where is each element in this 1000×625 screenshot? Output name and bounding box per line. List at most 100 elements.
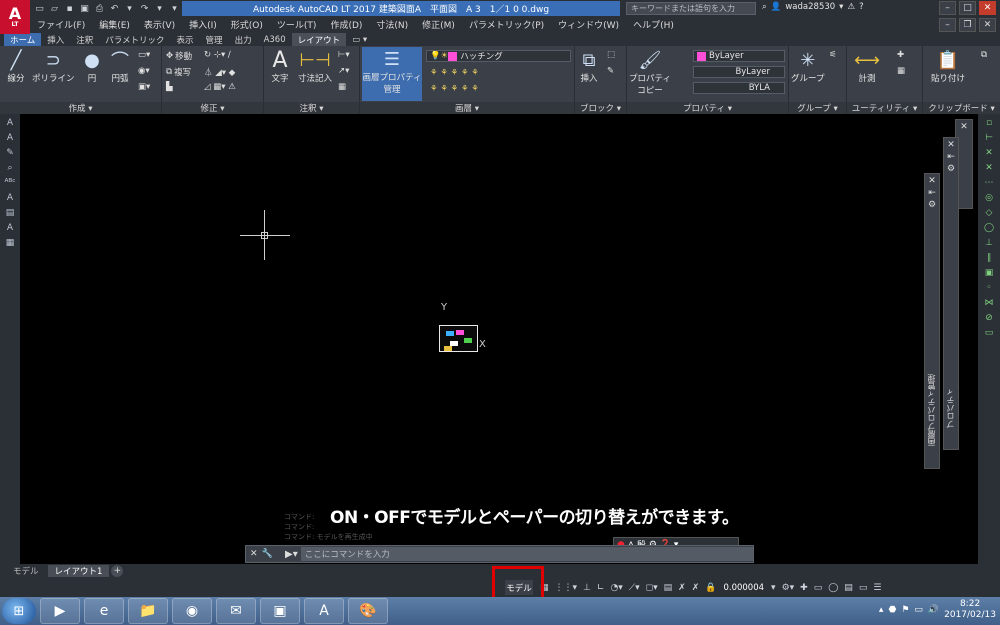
tab-parametric[interactable]: パラメトリック <box>99 33 170 46</box>
table-icon[interactable]: ▦ <box>338 82 346 92</box>
lineweight-dropdown[interactable]: BYLA <box>693 82 785 94</box>
circle-button[interactable]: ● 円 <box>80 48 104 85</box>
arc-button[interactable]: ⌒ 円弧 <box>108 48 132 84</box>
text-button[interactable]: A 文字 <box>268 48 292 85</box>
paint-icon[interactable]: 🎨 <box>348 598 388 624</box>
viewport-scale-value[interactable]: 0.000004 <box>723 583 764 593</box>
osnap-icon[interactable]: ◻▾ <box>646 583 658 593</box>
osnap-midpoint-icon[interactable]: ⊢ <box>981 131 997 144</box>
clock[interactable]: 8:22 2017/02/13 <box>944 599 996 621</box>
leader-icon[interactable]: ⊢▾ <box>338 50 350 60</box>
menu-tools[interactable]: ツール(T) <box>270 18 324 31</box>
add-icon[interactable]: ✚ <box>800 583 808 593</box>
menu-format[interactable]: 形式(O) <box>224 18 270 31</box>
ungroup-icon[interactable]: ⚟ <box>829 50 837 60</box>
palette-close-icon[interactable]: ✕ <box>925 176 939 186</box>
units-icon[interactable]: ▭ <box>814 583 823 593</box>
drawing-canvas[interactable] <box>20 114 978 564</box>
volume-icon[interactable]: 🔊 <box>928 605 939 615</box>
chrome-icon[interactable]: ◉ <box>172 598 212 624</box>
layer-dropdown[interactable]: 💡 ☀ ハッチング <box>426 50 571 62</box>
infer-constraints-icon[interactable]: ⊥ <box>583 583 591 593</box>
internet-explorer-icon[interactable]: e <box>84 598 124 624</box>
region-icon[interactable]: ▣▾ <box>138 82 150 92</box>
menu-window[interactable]: ウィンドウ(W) <box>551 18 626 31</box>
tab-manage[interactable]: 管理 <box>200 33 229 46</box>
palette-autohide-icon[interactable]: ⇤ <box>925 188 939 198</box>
measure-button[interactable]: ⟷ 計測 <box>854 48 880 85</box>
palette-close-icon[interactable]: ✕ <box>944 140 958 150</box>
modify-panel-title[interactable]: 修正 ▾ <box>162 102 263 114</box>
menu-draw[interactable]: 作成(D) <box>323 18 369 31</box>
menu-help[interactable]: ヘルプ(H) <box>626 18 681 31</box>
tab-home[interactable]: ホーム <box>4 33 42 46</box>
menu-modify[interactable]: 修正(M) <box>415 18 462 31</box>
line-button[interactable]: ╱ 線分 <box>4 48 28 85</box>
id-point-icon[interactable]: ▦ <box>897 66 905 76</box>
start-button[interactable]: ⊞ <box>2 598 36 624</box>
redo-dropdown-icon[interactable]: ▾ <box>153 2 166 15</box>
groups-panel-title[interactable]: グループ ▾ <box>789 102 846 114</box>
doc-minimize-icon[interactable]: – <box>939 18 956 32</box>
maximize-icon[interactable]: □ <box>959 1 976 15</box>
osnap-endpoint-icon[interactable]: ▫ <box>981 116 997 129</box>
create-block-icon[interactable]: ⬚ <box>607 50 615 60</box>
minimize-icon[interactable]: – <box>939 1 956 15</box>
menu-file[interactable]: ファイル(F) <box>30 18 92 31</box>
match-properties-button[interactable]: 🖌 プロパティ コピー <box>629 48 671 97</box>
polar-tracking-icon[interactable]: ◔▾ <box>610 583 622 593</box>
hatch-icon[interactable]: ◉▾ <box>138 66 150 76</box>
palette-autohide-icon[interactable]: ⇤ <box>944 152 958 162</box>
user-dropdown-icon[interactable]: ▾ <box>839 2 843 12</box>
redo-icon[interactable]: ↷ <box>138 2 151 15</box>
polyline-button[interactable]: ⊃ ポリライン <box>32 48 75 85</box>
osnap-tangent-icon[interactable]: ◯ <box>981 221 997 234</box>
layout-viewport-thumbnail[interactable] <box>439 325 478 352</box>
cmd-close-icon[interactable]: ✕ <box>250 549 258 559</box>
tab-annotate[interactable]: 注釈 <box>70 33 99 46</box>
text-style-icon[interactable]: A <box>2 116 18 129</box>
snap-icon[interactable]: ⋮⋮▾ <box>555 583 578 593</box>
layer-properties-button[interactable]: ☰ 画層プロパティ 管理 <box>362 47 422 101</box>
isolate-icon[interactable]: ◯ <box>828 583 838 593</box>
cmd-prompt-icon[interactable]: ▶▾ <box>282 549 301 560</box>
cmd-customize-icon[interactable]: 🔧 <box>262 549 273 559</box>
save-as-icon[interactable]: ▣ <box>78 2 91 15</box>
dimension-button[interactable]: ⊢⊣ 寸法記入 <box>298 48 332 85</box>
palette-settings-icon[interactable]: ⚙ <box>944 164 958 174</box>
osnap-intersection-icon[interactable]: ✕ <box>981 146 997 159</box>
edit-block-icon[interactable]: ✎ <box>607 66 614 76</box>
add-layout-icon[interactable]: + <box>111 565 124 577</box>
osnap-insert-icon[interactable]: ▣ <box>981 266 997 279</box>
menu-insert[interactable]: 挿入(I) <box>182 18 224 31</box>
spell-check-icon[interactable]: ᴬᴮᶜ <box>2 176 18 189</box>
command-input[interactable]: ここにコマンドを入力 <box>300 547 753 561</box>
tray-expand-icon[interactable]: ▴ <box>879 605 884 615</box>
annotation-panel-title[interactable]: 注釈 ▾ <box>264 102 359 114</box>
osnap-perpendicular-icon[interactable]: ⊥ <box>981 236 997 249</box>
tab-model[interactable]: モデル <box>6 565 46 577</box>
undo-icon[interactable]: ↶ <box>108 2 121 15</box>
customize-qat-icon[interactable]: ▾ <box>168 2 181 15</box>
justify-text-icon[interactable]: A <box>2 221 18 234</box>
save-icon[interactable]: ▪ <box>63 2 76 15</box>
tab-layout1[interactable]: レイアウト1 <box>47 565 110 577</box>
mirror-icon[interactable]: ⏃ ◢▾ ◆ <box>204 66 235 78</box>
tab-view[interactable]: 表示 <box>171 33 200 46</box>
convert-text-icon[interactable]: ▦ <box>2 236 18 249</box>
annotation-visibility-status-icon[interactable]: ✗ <box>678 583 686 593</box>
stretch-icon[interactable]: ▙ <box>166 82 173 92</box>
scale-icon[interactable]: ◿ ▦▾ ⚠ <box>204 82 236 92</box>
file-explorer-icon[interactable]: 📁 <box>128 598 168 624</box>
open-icon[interactable]: ▱ <box>48 2 61 15</box>
copy-button[interactable]: ⧉ 複写 <box>166 66 191 78</box>
properties-panel-title[interactable]: プロパティ ▾ <box>627 102 788 114</box>
utilities-panel-title[interactable]: ユーティリティ ▾ <box>847 102 922 114</box>
clean-screen-icon[interactable]: ▭ <box>859 583 868 593</box>
hardware-accel-icon[interactable]: ▤ <box>844 583 853 593</box>
search-binoculars-icon[interactable]: ⌕ <box>762 2 767 12</box>
network-icon[interactable]: ▭ <box>914 605 923 615</box>
tab-a360[interactable]: A360 <box>258 33 292 46</box>
palette-settings-icon[interactable]: ⚙ <box>925 200 939 210</box>
annotation-autoscale-icon[interactable]: ✗ <box>692 583 700 593</box>
